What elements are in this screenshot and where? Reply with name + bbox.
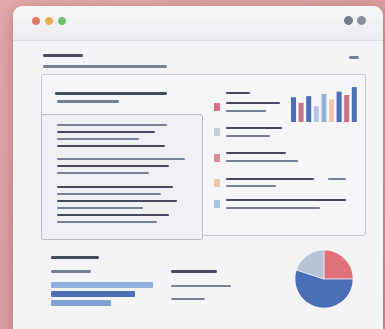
account-icon[interactable]	[344, 16, 353, 25]
bar	[351, 87, 357, 122]
maximize-button[interactable]	[58, 17, 66, 25]
text-line	[57, 165, 169, 167]
metric-line	[171, 285, 231, 287]
bar	[291, 97, 296, 122]
metric-title-line	[51, 256, 99, 259]
legend-swatch-blue	[214, 200, 220, 208]
text-line	[57, 138, 139, 140]
legend-line	[226, 127, 282, 129]
text-line	[57, 145, 165, 147]
legend-line	[226, 178, 314, 180]
bar	[313, 106, 319, 122]
bar	[298, 102, 304, 122]
text-line	[57, 131, 155, 133]
bar	[321, 93, 327, 122]
bar	[344, 95, 350, 122]
pie-slice	[323, 249, 354, 280]
text-line	[57, 207, 143, 209]
text-line	[57, 200, 177, 202]
progress-bar	[51, 300, 111, 306]
progress-bar	[51, 282, 153, 288]
text-line	[57, 124, 167, 126]
bar	[336, 91, 342, 122]
legend-swatch-peach	[214, 179, 220, 187]
legend-heading-line	[226, 92, 250, 94]
metric-line	[171, 298, 205, 300]
legend-line	[226, 110, 266, 112]
legend-swatch-pink	[214, 154, 220, 162]
report-window	[13, 6, 383, 329]
bar	[306, 96, 312, 122]
progress-bar	[51, 291, 135, 297]
report-subtitle-line	[43, 65, 167, 68]
text-line	[57, 158, 185, 160]
metric-label-line	[51, 270, 91, 273]
bar-chart	[291, 87, 357, 122]
legend-value-line	[328, 178, 346, 180]
legend-swatch-gray	[214, 128, 220, 136]
legend-line	[226, 102, 280, 104]
close-button[interactable]	[32, 17, 40, 25]
title-bar	[13, 6, 383, 41]
minimize-button[interactable]	[45, 17, 53, 25]
legend-line	[226, 199, 346, 201]
legend-line	[226, 152, 286, 154]
summary-heading-line	[55, 92, 167, 95]
report-title-line	[43, 54, 83, 57]
more-icon[interactable]	[357, 16, 366, 25]
text-line	[57, 221, 157, 223]
legend-line	[226, 185, 276, 187]
legend-line	[226, 160, 298, 162]
text-line	[57, 214, 169, 216]
pie-chart	[294, 249, 354, 309]
text-line	[57, 186, 173, 188]
text-line	[57, 172, 149, 174]
legend-line	[226, 207, 320, 209]
bar	[329, 99, 334, 122]
text-line	[57, 193, 161, 195]
header-meta-line	[349, 56, 359, 59]
summary-subheading-line	[57, 100, 119, 103]
legend-line	[226, 135, 270, 137]
legend-swatch-red	[214, 103, 220, 111]
metric-line	[171, 270, 217, 273]
